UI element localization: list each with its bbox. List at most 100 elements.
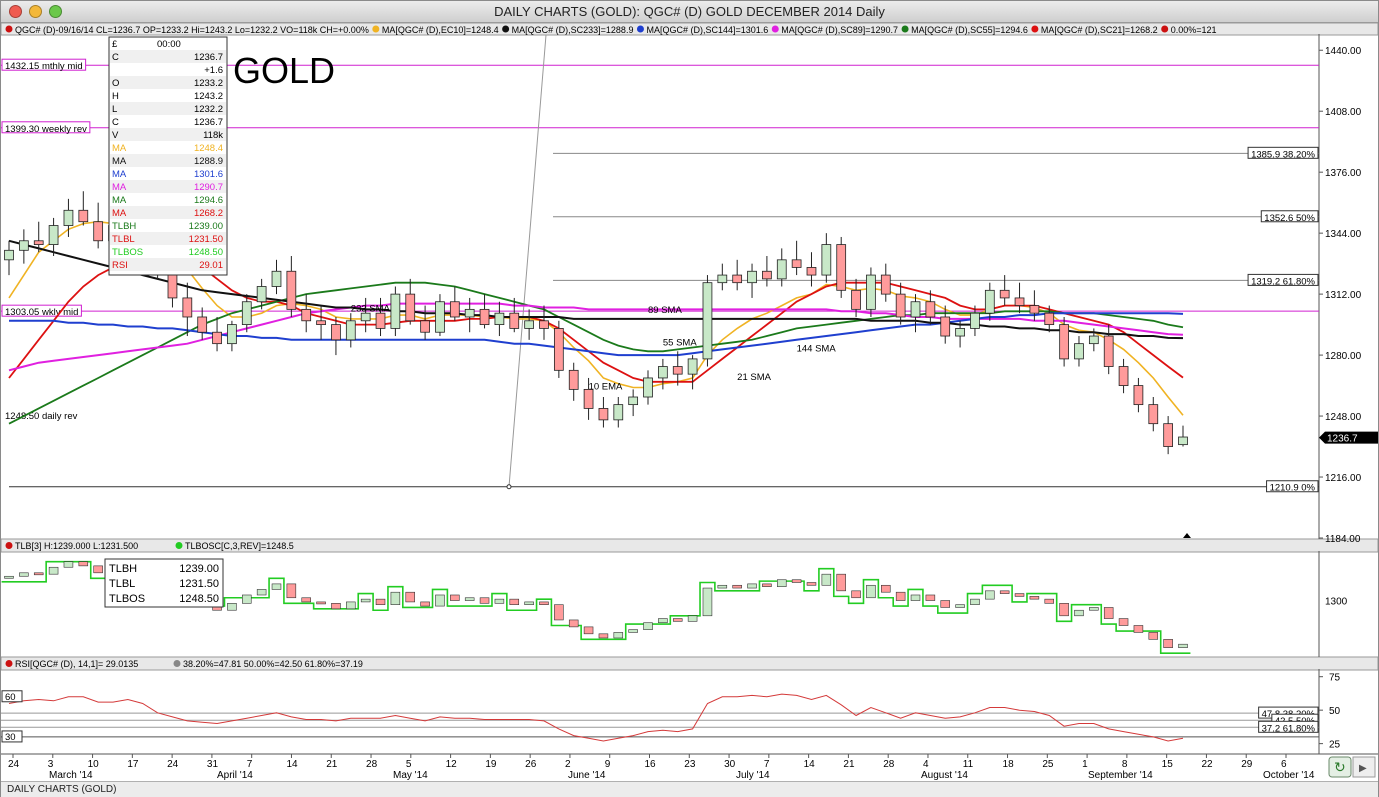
ma-label-4: 144 SMA xyxy=(797,343,837,354)
candle-body xyxy=(999,289,1010,299)
x-day-label: 28 xyxy=(366,759,378,770)
y-tick-label: 1408.00 xyxy=(1325,107,1362,118)
tlb-brick xyxy=(331,603,341,610)
tlb-brick xyxy=(628,629,638,633)
candle-body xyxy=(227,324,237,345)
tlb-brick xyxy=(895,591,906,601)
tlb-brick xyxy=(821,573,832,586)
data-window-value: 1231.50 xyxy=(189,234,223,245)
chart-canvas[interactable]: QGC# (D)-09/16/14 CL=1236.7 OP=1233.2 Hi… xyxy=(1,23,1378,781)
data-window-value: 1236.7 xyxy=(194,52,223,63)
legend-dot-0 xyxy=(5,25,13,33)
tlb-brick xyxy=(1029,596,1040,600)
tlb-brick xyxy=(375,598,386,605)
rsi-line xyxy=(8,693,1184,742)
candle-body xyxy=(1014,297,1025,306)
tlb-brick xyxy=(1074,609,1084,617)
data-window-key: V xyxy=(112,130,119,141)
data-window-value: 1301.6 xyxy=(194,169,223,180)
tlb-brick xyxy=(1044,598,1055,604)
chart-window: DAILY CHARTS (GOLD): QGC# (D) GOLD DECEM… xyxy=(0,0,1379,797)
gold-label: GOLD xyxy=(233,50,335,91)
candle-body xyxy=(256,286,267,303)
y-tick-label: 1248.00 xyxy=(1325,412,1362,423)
x-month-label: May '14 xyxy=(393,770,428,781)
tlbos-legend-text: TLBOSC[C,3,REV]=1248.5 xyxy=(185,541,294,551)
candle-body xyxy=(1163,423,1173,447)
tlb-brick xyxy=(464,597,475,601)
tlb-brick xyxy=(955,604,965,608)
candle-body xyxy=(286,270,297,310)
tlb-brick xyxy=(940,600,950,608)
candle-body xyxy=(1103,335,1114,367)
legend-dot-7 xyxy=(1161,25,1169,33)
x-day-label: 7 xyxy=(247,759,253,770)
candle-body xyxy=(880,274,891,295)
legend-item-7: 0.00%=121 xyxy=(1171,25,1217,35)
data-window-key: L xyxy=(112,104,117,115)
candle-body xyxy=(360,312,371,322)
candle-body xyxy=(598,408,609,421)
candle-body xyxy=(747,270,757,284)
tlb-box-value: 1239.00 xyxy=(179,563,219,575)
tlb-brick xyxy=(910,594,921,601)
data-window-value: 1268.2 xyxy=(194,208,223,219)
tlb-brick xyxy=(420,601,430,607)
tlb-brick xyxy=(78,561,89,567)
y-tick-label: 1440.00 xyxy=(1325,46,1362,57)
data-window-value: 1236.7 xyxy=(194,117,223,128)
x-day-label: 9 xyxy=(605,759,611,770)
legend-dot-1 xyxy=(372,25,380,33)
tlb-brick xyxy=(672,618,683,622)
data-window-key: TLBL xyxy=(112,234,135,245)
candle-body xyxy=(405,293,416,322)
candle-body xyxy=(435,301,445,333)
trendline-anchor xyxy=(506,484,512,490)
x-day-label: 23 xyxy=(684,759,696,770)
tlb-brick xyxy=(93,565,103,574)
x-day-label: 25 xyxy=(1042,759,1054,770)
x-day-label: 19 xyxy=(485,759,497,770)
data-window-key: C xyxy=(112,117,119,128)
candle-body xyxy=(866,274,876,310)
x-day-label: 21 xyxy=(326,759,338,770)
data-window-value: +1.6 xyxy=(204,65,223,76)
fib-label-3: 1210.9 0% xyxy=(1270,483,1316,494)
legend-item-2: MA[QGC# (D),SC233]=1288.9 xyxy=(512,25,634,35)
tlb-brick xyxy=(613,632,624,639)
candle-body xyxy=(1044,312,1055,326)
data-window-key: MA xyxy=(112,169,127,180)
candle-body xyxy=(33,240,44,245)
rsi-level-label-2: 37.2 61.80% xyxy=(1262,723,1316,734)
tlb-legend-dot xyxy=(5,542,13,549)
rsi-tick-label: 75 xyxy=(1329,673,1341,684)
status-text: DAILY CHARTS (GOLD) xyxy=(7,784,117,795)
tlb-brick xyxy=(48,566,59,575)
tlb-brick xyxy=(479,597,490,604)
candle-body xyxy=(628,396,639,406)
ma-label-5: 21 SMA xyxy=(737,372,771,383)
data-window-key: TLBH xyxy=(112,221,136,232)
tlb-brick xyxy=(1089,607,1099,611)
rsi-left-top-label: 60 xyxy=(5,692,16,703)
refresh-icon: ↻ xyxy=(1334,759,1346,775)
legend-dot-2 xyxy=(502,25,510,33)
candle-body xyxy=(212,331,222,345)
tlb-brick xyxy=(405,591,415,603)
candle-body xyxy=(732,274,743,284)
legend-dot-6 xyxy=(1031,25,1039,33)
tlb-brick xyxy=(583,626,594,635)
rsi-fib-legend-text: 38.20%=47.81 50.00%=42.50 61.80%=37.19 xyxy=(183,659,363,669)
data-window-symbol: £ xyxy=(112,39,118,50)
x-month-label: March '14 xyxy=(49,770,93,781)
x-day-label: 14 xyxy=(804,759,816,770)
data-window-key: MA xyxy=(112,182,127,193)
candle-body xyxy=(791,259,802,268)
candle-body xyxy=(553,328,564,371)
data-window-value: 1233.2 xyxy=(194,78,223,89)
candle-body xyxy=(806,267,817,276)
candle-body xyxy=(524,320,534,329)
tlb-brick xyxy=(568,619,579,628)
legend-dot-5 xyxy=(901,25,909,33)
data-window-value: 1248.50 xyxy=(189,247,223,258)
